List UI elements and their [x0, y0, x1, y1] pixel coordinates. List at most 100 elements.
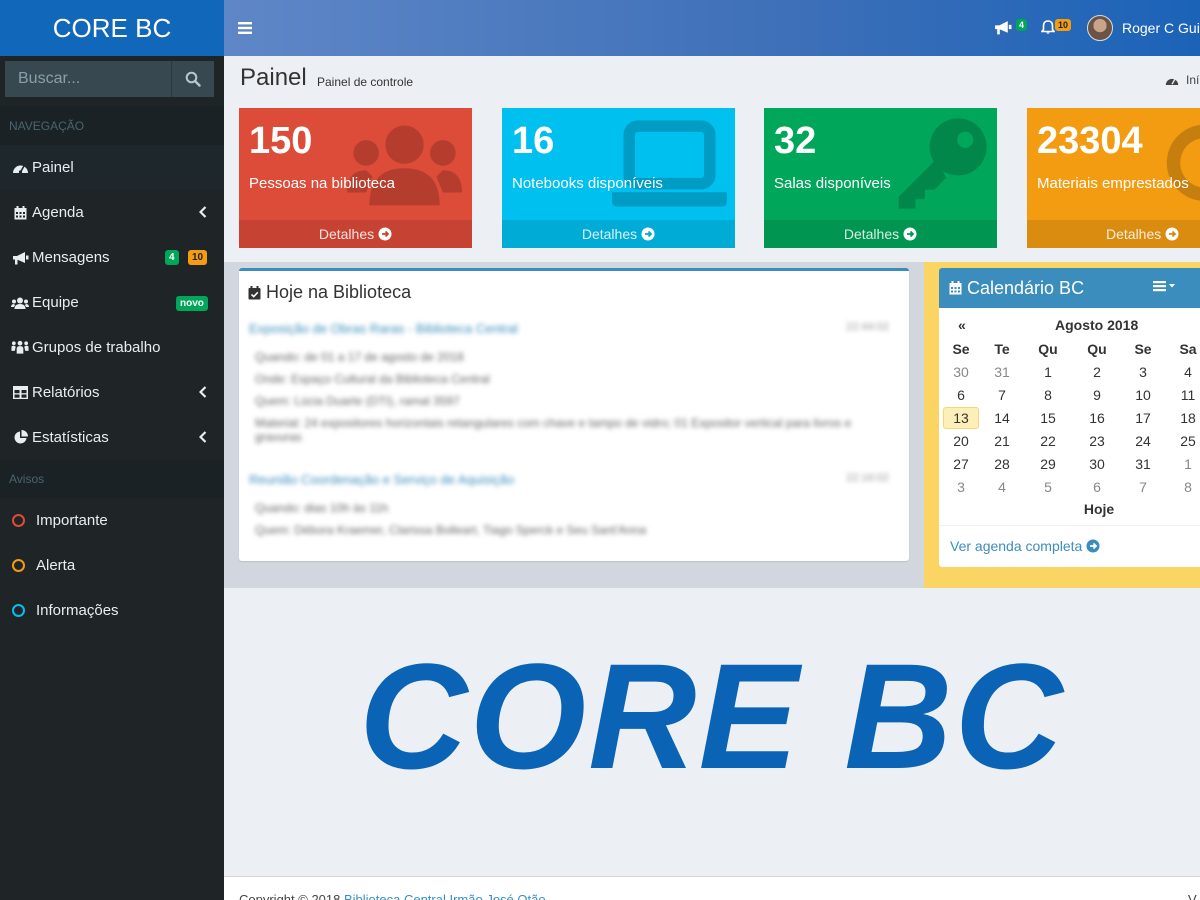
- arrow-circle-right-icon: [1165, 227, 1179, 241]
- calendar-day[interactable]: 4: [1170, 361, 1200, 383]
- calendar-day[interactable]: 15: [1030, 407, 1066, 429]
- calendar-day[interactable]: 24: [1125, 430, 1161, 452]
- calendar-day[interactable]: 29: [1030, 453, 1066, 475]
- calendar-day[interactable]: 20: [943, 430, 979, 452]
- sidebar-item-mensagens[interactable]: Mensagens 4 10: [0, 235, 224, 280]
- stat-value: 16: [512, 120, 555, 162]
- app-brand[interactable]: CORE BC: [0, 0, 224, 56]
- calendar-weekday: Te: [994, 341, 1010, 357]
- calendar-day[interactable]: 5: [1030, 476, 1066, 498]
- notifications-button[interactable]: [1040, 20, 1056, 40]
- search-input[interactable]: [5, 61, 171, 97]
- user-menu-name[interactable]: Roger C Gui: [1122, 20, 1200, 36]
- calendar-day[interactable]: 25: [1170, 430, 1200, 452]
- sidebar-item-equipe[interactable]: Equipe novo: [0, 280, 224, 325]
- calendar-day[interactable]: 7: [1125, 476, 1161, 498]
- sidebar-item-label: Relatórios: [32, 384, 100, 401]
- calendar-day[interactable]: 7: [984, 384, 1020, 406]
- circle-icon: [12, 604, 25, 617]
- stat-details-link[interactable]: Detalhes: [1027, 220, 1200, 248]
- calendar-today-button[interactable]: Hoje: [1081, 498, 1117, 520]
- event-detail: Quando: dias 10h às 11h: [255, 501, 389, 515]
- messages-count-badge: 4: [165, 250, 179, 265]
- library-link[interactable]: Biblioteca Central Irmão José Otão: [344, 892, 546, 900]
- sidebar: NAVEGAÇÃO Painel Agenda Mensagens 4 10 E…: [0, 56, 224, 900]
- calendar-menu-button[interactable]: [1153, 279, 1179, 298]
- stat-box-people: 150 Pessoas na biblioteca Detalhes: [239, 108, 472, 248]
- stat-value: 150: [249, 120, 313, 162]
- breadcrumb[interactable]: Iní: [1165, 73, 1199, 87]
- sidebar-item-label: Informações: [36, 602, 119, 619]
- sidebar-item-label: Equipe: [32, 294, 79, 311]
- calendar-day[interactable]: 11: [1170, 384, 1200, 406]
- bell-icon: [1040, 20, 1056, 34]
- stat-box-rooms: 32 Salas disponíveis Detalhes: [764, 108, 997, 248]
- search-button[interactable]: [171, 61, 214, 97]
- calendar-day[interactable]: 4: [984, 476, 1020, 498]
- event-title-text: Reunião Coordenação e Serviço de Aquisiç…: [249, 472, 515, 487]
- calendar-day[interactable]: 27: [943, 453, 979, 475]
- messages-unread-badge: 10: [188, 250, 208, 265]
- announcements-badge: 4: [1016, 19, 1028, 31]
- menu-icon: [238, 22, 252, 34]
- calendar-day[interactable]: 1: [1030, 361, 1066, 383]
- sidebar-item-informacoes[interactable]: Informações: [0, 588, 224, 633]
- calendar-day[interactable]: 8: [1030, 384, 1066, 406]
- sidebar-item-painel[interactable]: Painel: [0, 145, 224, 190]
- calendar-day[interactable]: 30: [1079, 453, 1115, 475]
- calendar-month-label[interactable]: Agosto 2018: [1055, 317, 1138, 333]
- calendar-day[interactable]: 1: [1170, 453, 1200, 475]
- sidebar-item-grupos[interactable]: Grupos de trabalho: [0, 325, 224, 370]
- stat-details-link[interactable]: Detalhes: [239, 220, 472, 248]
- page-footer: Copyright © 2018 Biblioteca Central Irmã…: [224, 876, 1200, 900]
- sidebar-item-importante[interactable]: Importante: [0, 498, 224, 543]
- calendar-day[interactable]: 28: [984, 453, 1020, 475]
- breadcrumb-home[interactable]: Iní: [1186, 73, 1199, 87]
- calendar-weekday: Qu: [1038, 341, 1058, 357]
- new-badge: novo: [176, 296, 208, 311]
- stat-details-link[interactable]: Detalhes: [764, 220, 997, 248]
- bars-caret-icon: [1153, 281, 1175, 292]
- sidebar-item-estatisticas[interactable]: Estatísticas: [0, 415, 224, 460]
- calendar-day[interactable]: 6: [1079, 476, 1115, 498]
- calendar-check-icon: [248, 285, 261, 299]
- event-title-text: Exposição de Obras Raras - Biblioteca Ce…: [249, 321, 518, 336]
- calendar-day[interactable]: 30: [943, 361, 979, 383]
- sidebar-item-alerta[interactable]: Alerta: [0, 543, 224, 588]
- calendar-day[interactable]: 9: [1079, 384, 1115, 406]
- event-title[interactable]: Exposição de Obras Raras - Biblioteca Ce…: [249, 321, 889, 336]
- chevron-left-icon: [198, 430, 207, 446]
- calendar-day[interactable]: 13: [943, 407, 979, 429]
- calendar-day[interactable]: 31: [1125, 453, 1161, 475]
- refresh-icon: [1166, 124, 1200, 201]
- calendar-day[interactable]: 3: [1125, 361, 1161, 383]
- calendar-day[interactable]: 8: [1170, 476, 1200, 498]
- calendar-day[interactable]: 14: [984, 407, 1020, 429]
- calendar-day[interactable]: 2: [1079, 361, 1115, 383]
- calendar-day[interactable]: 21: [984, 430, 1020, 452]
- sidebar-item-label: Estatísticas: [32, 429, 109, 446]
- full-agenda-link[interactable]: Ver agenda completa: [950, 538, 1100, 554]
- calendar-day[interactable]: 31: [984, 361, 1020, 383]
- sidebar-item-agenda[interactable]: Agenda: [0, 190, 224, 235]
- calendar-day[interactable]: 3: [943, 476, 979, 498]
- calendar-footer: Ver agenda completa: [939, 525, 1200, 567]
- calendar-day[interactable]: 17: [1125, 407, 1161, 429]
- calendar-day[interactable]: 18: [1170, 407, 1200, 429]
- sidebar-search: [5, 61, 214, 97]
- stat-details-link[interactable]: Detalhes: [502, 220, 735, 248]
- bullhorn-icon: [11, 251, 29, 265]
- sidebar-toggle-button[interactable]: [238, 18, 252, 39]
- event-title[interactable]: Reunião Coordenação e Serviço de Aquisiç…: [249, 472, 889, 487]
- event-time: 22:44:02: [846, 321, 889, 333]
- sidebar-item-relatorios[interactable]: Relatórios: [0, 370, 224, 415]
- calendar-day[interactable]: 16: [1079, 407, 1115, 429]
- calendar-day[interactable]: 10: [1125, 384, 1161, 406]
- announcements-button[interactable]: [994, 20, 1012, 40]
- calendar-day[interactable]: 6: [943, 384, 979, 406]
- calendar-day[interactable]: 23: [1079, 430, 1115, 452]
- user-avatar[interactable]: [1087, 15, 1113, 41]
- sidebar-item-label: Importante: [36, 512, 108, 529]
- calendar-prev-button[interactable]: «: [958, 317, 966, 333]
- calendar-day[interactable]: 22: [1030, 430, 1066, 452]
